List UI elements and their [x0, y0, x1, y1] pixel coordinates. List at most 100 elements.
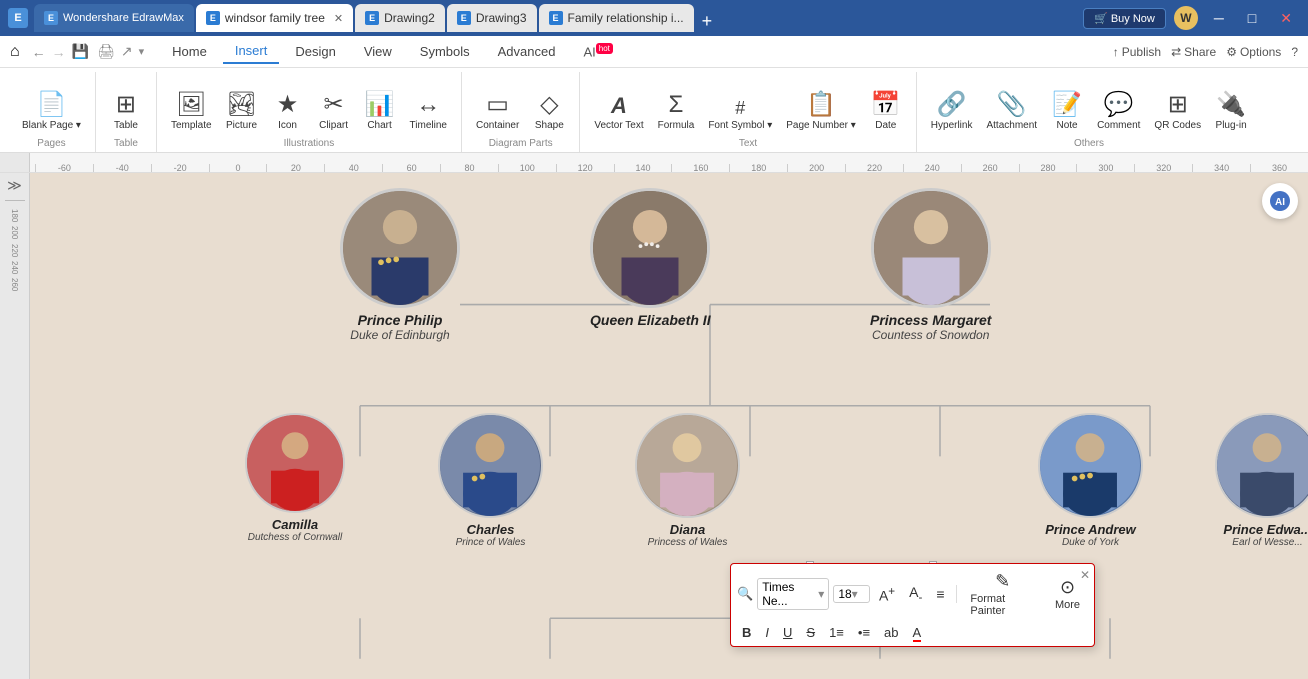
ruler-mark: 120: [556, 164, 614, 172]
hyperlink-button[interactable]: 🔗 Hyperlink: [925, 72, 979, 134]
person-princess-margaret[interactable]: Princess Margaret Countess of Snowdon: [870, 188, 991, 342]
ribbon-tab-advanced[interactable]: Advanced: [486, 40, 568, 63]
increase-font-button[interactable]: A+: [874, 583, 900, 606]
table-button[interactable]: ⊞ Table: [104, 72, 148, 134]
canvas-area[interactable]: Prince Philip Duke of Edinburgh Queen El…: [30, 173, 1308, 679]
font-symbol-label: Font Symbol: [708, 120, 772, 131]
tab-windsor[interactable]: E windsor family tree ✕: [196, 4, 353, 32]
prince-philip-name: Prince Philip: [358, 312, 443, 328]
back-icon[interactable]: ←: [32, 44, 46, 60]
icon-button[interactable]: ★ Icon: [266, 72, 310, 134]
maximize-button[interactable]: □: [1240, 10, 1264, 26]
person-diana[interactable]: Diana Princess of Wales: [635, 413, 740, 548]
picture-button[interactable]: 🏞 Picture: [220, 72, 264, 134]
person-prince-philip[interactable]: Prince Philip Duke of Edinburgh: [340, 188, 460, 342]
ruler-mark: 80: [440, 164, 498, 172]
ai-assistant-button[interactable]: AI: [1262, 183, 1298, 219]
person-camilla[interactable]: Camilla Dutchess of Cornwall: [245, 413, 345, 543]
qr-codes-button[interactable]: ⊞ QR Codes: [1148, 72, 1207, 134]
timeline-button[interactable]: ↔ Timeline: [404, 72, 453, 134]
tab-icon: E: [365, 11, 379, 25]
tab-edrawmax[interactable]: E Wondershare EdrawMax: [34, 4, 194, 32]
person-charles[interactable]: Charles Prince of Wales: [438, 413, 543, 548]
date-button[interactable]: 📅 Date: [864, 72, 908, 134]
clipart-button[interactable]: ✂ Clipart: [312, 72, 356, 134]
ribbon-tab-ai[interactable]: AIhot: [571, 40, 624, 63]
ab-button[interactable]: ab: [879, 623, 903, 642]
blank-page-button[interactable]: 📄 Blank Page: [16, 72, 87, 134]
ribbon-tab-insert[interactable]: Insert: [223, 39, 280, 64]
export-icon[interactable]: ↗: [121, 43, 133, 60]
plug-in-button[interactable]: 🔌 Plug-in: [1209, 72, 1253, 134]
expand-icon[interactable]: ≫: [7, 177, 22, 194]
more-qat-icon[interactable]: ▾: [139, 45, 145, 58]
others-group-label: Others: [1074, 136, 1104, 152]
ribbon-tab-symbols[interactable]: Symbols: [408, 40, 482, 63]
template-label: Template: [171, 120, 212, 131]
add-tab-button[interactable]: +: [696, 11, 719, 32]
ruler-mark: 240: [903, 164, 961, 172]
options-button[interactable]: ⚙ Options: [1226, 45, 1281, 59]
float-toolbar: ✕ 🔍 Times Ne... 18 A+ A- ≡ ✎ Format Pain…: [730, 563, 1095, 647]
app-icon: E: [8, 8, 28, 28]
camilla-title: Dutchess of Cornwall: [248, 532, 342, 543]
attachment-button[interactable]: 📎 Attachment: [980, 72, 1043, 134]
person-queen-elizabeth[interactable]: Queen Elizabeth II: [590, 188, 711, 328]
font-symbol-button[interactable]: # Font Symbol: [702, 72, 778, 134]
container-button[interactable]: ▭ Container: [470, 72, 525, 134]
strikethrough-button[interactable]: S: [801, 623, 820, 642]
ribbon-tab-design[interactable]: Design: [283, 40, 347, 63]
person-photo-princess-margaret: [871, 188, 991, 308]
bold-button[interactable]: B: [737, 623, 756, 642]
font-family-value: Times Ne...: [762, 580, 818, 608]
formula-button[interactable]: Σ Formula: [652, 72, 701, 134]
person-photo-queen-elizabeth: [590, 188, 710, 308]
tab-family[interactable]: E Family relationship i...: [539, 4, 694, 32]
person-prince-edward[interactable]: Prince Edwa... Earl of Wesse...: [1215, 413, 1308, 548]
note-button[interactable]: 📝 Note: [1045, 72, 1089, 134]
comment-button[interactable]: 💬 Comment: [1091, 72, 1146, 134]
tab-close-icon[interactable]: ✕: [334, 12, 343, 25]
tab-drawing2[interactable]: E Drawing2: [355, 4, 445, 32]
date-label: Date: [875, 120, 896, 131]
help-button[interactable]: ?: [1291, 45, 1298, 59]
page-number-button[interactable]: 📋 Page Number: [780, 72, 862, 134]
print-icon[interactable]: 🖨: [97, 43, 115, 60]
ribbon-tab-view[interactable]: View: [352, 40, 404, 63]
format-painter-button[interactable]: ✎ Format Painter: [962, 568, 1043, 620]
ribbon-right-actions: ↑ Publish ⇄ Share ⚙ Options ?: [1113, 45, 1298, 59]
ribbon-tab-home[interactable]: Home: [160, 40, 219, 63]
bullet-list-button[interactable]: •≡: [853, 623, 875, 642]
illustrations-group-label: Illustrations: [284, 136, 335, 152]
template-icon: 🖼: [176, 93, 206, 117]
italic-button[interactable]: I: [760, 623, 774, 642]
qr-codes-label: QR Codes: [1154, 120, 1201, 131]
align-button[interactable]: ≡: [931, 584, 949, 604]
person-prince-andrew[interactable]: Prince Andrew Duke of York: [1038, 413, 1143, 548]
vector-text-button[interactable]: A Vector Text: [588, 72, 649, 134]
share-button[interactable]: ⇄ Share: [1171, 45, 1216, 59]
forward-icon[interactable]: →: [52, 44, 66, 60]
close-window-button[interactable]: ✕: [1272, 10, 1300, 27]
chart-button[interactable]: 📊 Chart: [358, 72, 402, 134]
prince-andrew-title: Duke of York: [1062, 537, 1119, 548]
font-family-select[interactable]: Times Ne...: [757, 578, 829, 610]
buy-now-button[interactable]: 🛒 Buy Now: [1083, 8, 1166, 29]
publish-button[interactable]: ↑ Publish: [1113, 45, 1161, 59]
decrease-font-button[interactable]: A-: [904, 582, 927, 606]
tab-drawing3[interactable]: E Drawing3: [447, 4, 537, 32]
shape-button[interactable]: ◇ Shape: [527, 72, 571, 134]
float-toolbar-close-button[interactable]: ✕: [1080, 568, 1090, 582]
ordered-list-button[interactable]: 1≡: [824, 623, 849, 642]
underline-button[interactable]: U: [778, 623, 797, 642]
text-color-button[interactable]: A: [908, 623, 927, 642]
page-number-label: Page Number: [786, 120, 856, 131]
note-label: Note: [1057, 120, 1078, 131]
font-symbol-icon: #: [735, 99, 745, 117]
vertical-ruler-mark: 200: [10, 226, 19, 239]
user-avatar[interactable]: W: [1174, 6, 1198, 30]
template-button[interactable]: 🖼 Template: [165, 72, 218, 134]
font-size-select[interactable]: 18: [833, 585, 870, 603]
save-icon[interactable]: 💾: [72, 43, 89, 60]
minimize-button[interactable]: ─: [1206, 10, 1232, 26]
